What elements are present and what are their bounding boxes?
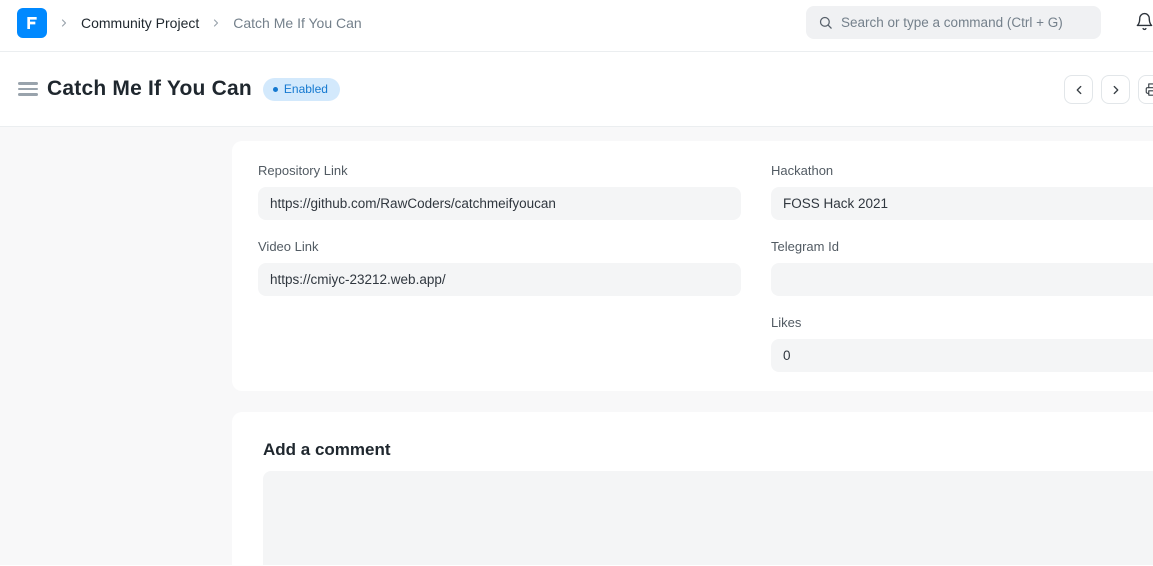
chevron-right-icon [1109, 83, 1123, 97]
page-header: Catch Me If You Can Enabled [0, 52, 1153, 127]
comment-input[interactable] [263, 471, 1153, 565]
document-form-card: Repository Link Video Link Hackathon Tel… [232, 141, 1153, 391]
search-input[interactable] [841, 15, 1089, 30]
status-badge: Enabled [263, 78, 340, 101]
field-hackathon: Hackathon [771, 163, 1153, 220]
field-label: Repository Link [258, 163, 741, 178]
chevron-left-icon [1072, 83, 1086, 97]
hackathon-input[interactable] [771, 187, 1153, 220]
telegram-id-input[interactable] [771, 263, 1153, 296]
sidebar-toggle-icon[interactable] [18, 82, 38, 96]
field-label: Telegram Id [771, 239, 1153, 254]
breadcrumb-current-doc: Catch Me If You Can [233, 15, 361, 31]
likes-input[interactable] [771, 339, 1153, 372]
header-actions [1064, 75, 1153, 104]
field-video-link: Video Link [258, 239, 741, 296]
chevron-right-icon [58, 17, 70, 29]
form-column-left: Repository Link Video Link [258, 163, 741, 391]
print-button[interactable] [1138, 75, 1153, 104]
video-link-input[interactable] [258, 263, 741, 296]
breadcrumb-community-project[interactable]: Community Project [81, 15, 199, 31]
status-dot-icon [273, 87, 278, 92]
chevron-right-icon [210, 17, 222, 29]
status-badge-label: Enabled [284, 82, 328, 96]
printer-icon [1145, 82, 1153, 97]
field-label: Likes [771, 315, 1153, 330]
field-label: Hackathon [771, 163, 1153, 178]
content-area: Repository Link Video Link Hackathon Tel… [0, 127, 1153, 565]
field-repository-link: Repository Link [258, 163, 741, 220]
form-column-right: Hackathon Telegram Id Likes [771, 163, 1153, 391]
notification-bell-icon[interactable] [1135, 12, 1153, 31]
page-title: Catch Me If You Can [47, 77, 252, 101]
comments-card: Add a comment [232, 412, 1153, 565]
field-likes: Likes [771, 315, 1153, 372]
previous-document-button[interactable] [1064, 75, 1093, 104]
next-document-button[interactable] [1101, 75, 1130, 104]
frappe-logo-icon[interactable] [17, 8, 47, 38]
top-navbar: Community Project Catch Me If You Can [0, 0, 1153, 52]
global-search[interactable] [806, 6, 1101, 39]
field-telegram-id: Telegram Id [771, 239, 1153, 296]
search-icon [818, 15, 833, 30]
repository-link-input[interactable] [258, 187, 741, 220]
add-comment-heading: Add a comment [263, 440, 1153, 460]
field-label: Video Link [258, 239, 741, 254]
